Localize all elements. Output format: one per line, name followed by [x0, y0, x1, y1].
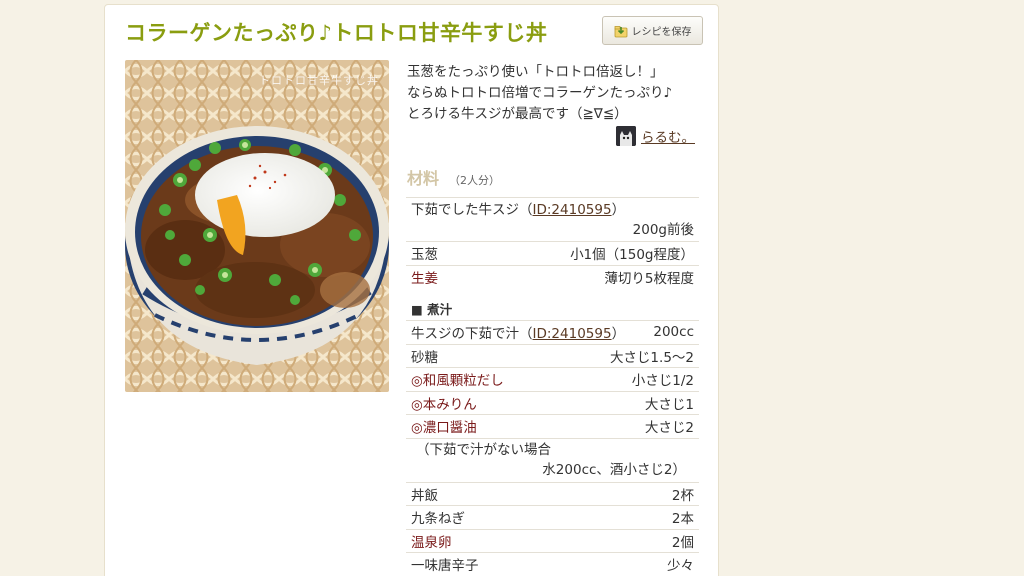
recipe-card: コラーゲンたっぷり♪トロトロ甘辛牛すじ丼 レシピを保存 トロトロ甘辛牛すじ丼 玉…: [104, 4, 719, 576]
note-line: （下茹で汁がない場合: [416, 442, 551, 458]
servings-label: （2人分）: [449, 174, 501, 187]
description-line: とろける牛スジが最高です（≧∇≦）: [407, 106, 628, 122]
ingredient-row: 一味唐辛子 少々: [406, 552, 699, 576]
ingredient-amount: 大さじ2: [644, 420, 694, 437]
save-recipe-button[interactable]: レシピを保存: [602, 16, 703, 45]
ingredient-name: ◎濃口醤油: [411, 420, 477, 437]
save-folder-icon: [614, 25, 627, 37]
description-line: ならぬトロトロ倍増でコラーゲンたっぷり♪: [407, 85, 673, 101]
ingredient-row: 牛スジの下茹で汁（ID:2410595） 200cc: [406, 320, 699, 344]
ingredients-title: 材料: [407, 169, 440, 188]
author-name[interactable]: らるむ。: [641, 126, 695, 146]
recipe-description: 玉葱をたっぷり使い「トロトロ倍返し！」 ならぬトロトロ倍増でコラーゲンたっぷり♪…: [407, 62, 707, 125]
recipe-id-link[interactable]: ID:2410595: [533, 326, 612, 342]
recipe-title: コラーゲンたっぷり♪トロトロ甘辛牛すじ丼: [125, 21, 548, 45]
ingredient-row: ◎和風顆粒だし 小さじ1/2: [406, 367, 699, 391]
ingredient-row: 玉葱 小1個（150g程度）: [406, 241, 699, 265]
gyusuji-don-image: [125, 60, 389, 392]
description-line: 玉葱をたっぷり使い「トロトロ倍返し！」: [407, 64, 664, 80]
ingredient-row: 生姜 薄切り5枚程度: [406, 264, 699, 289]
ingredient-amount: 薄切り5枚程度: [604, 270, 694, 287]
save-recipe-label: レシピを保存: [631, 27, 692, 38]
ingredient-name: 温泉卵: [411, 534, 452, 551]
ingredient-name: 下茹でした牛スジ（: [411, 201, 533, 218]
ingredient-row: 九条ねぎ 2本: [406, 505, 699, 529]
ingredient-name: 玉葱: [411, 247, 438, 264]
ingredient-name: 砂糖: [411, 349, 438, 366]
ingredient-row: 丼飯 2杯: [406, 481, 699, 506]
ingredient-amount: 大さじ1.5〜2: [609, 349, 694, 366]
author-link[interactable]: らるむ。: [616, 126, 695, 146]
ingredient-name: 一味唐辛子: [411, 558, 479, 575]
photo-caption: トロトロ甘辛牛すじ丼: [259, 74, 379, 87]
recipe-photo[interactable]: トロトロ甘辛牛すじ丼: [125, 60, 389, 392]
ingredient-amount: 少々: [667, 558, 694, 575]
ingredient-row: 温泉卵 2個: [406, 528, 699, 553]
ingredient-amount: 小さじ1/2: [631, 373, 694, 390]
recipe-id-link[interactable]: ID:2410595: [533, 202, 612, 218]
ingredient-amount: 2個: [671, 534, 694, 551]
section-heading: ■ 煮汁: [406, 288, 699, 320]
ingredients-list: 下茹でした牛スジ（ID:2410595） 200g前後 玉葱 小1個（150g程…: [406, 197, 699, 576]
ingredient-name: ◎和風顆粒だし: [411, 373, 504, 390]
ingredients-header: 材料 （2人分）: [407, 165, 500, 189]
ingredient-amount: 200cc: [653, 324, 694, 341]
ingredient-name: 牛スジの下茹で汁（: [411, 326, 533, 343]
note-line: 水200cc、酒小さじ2）: [542, 462, 686, 478]
ingredient-row: 砂糖 大さじ1.5〜2: [406, 343, 699, 368]
ingredient-amount: 小1個（150g程度）: [570, 247, 694, 264]
ingredient-amount: 2杯: [671, 487, 694, 504]
section-label: ■ 煮汁: [411, 301, 453, 317]
ingredient-amount: 200g前後: [632, 221, 694, 238]
ingredient-name-suffix: ）: [611, 201, 626, 218]
ingredient-amount: 大さじ1: [644, 396, 694, 413]
ingredient-name: 丼飯: [411, 487, 438, 504]
ingredient-name-suffix: ）: [611, 326, 626, 343]
ingredient-row: ◎本みりん 大さじ1: [406, 390, 699, 415]
ingredient-name: 九条ねぎ: [411, 511, 465, 528]
ingredient-row: ◎濃口醤油 大さじ2: [406, 414, 699, 438]
ingredient-note-row: （下茹で汁がない場合 水200cc、酒小さじ2）: [406, 437, 699, 482]
ingredient-amount: 2本: [671, 511, 694, 528]
author-avatar: [616, 126, 636, 146]
ingredient-name: ◎本みりん: [411, 396, 477, 413]
ingredient-name: 生姜: [411, 270, 438, 287]
ingredient-row: 下茹でした牛スジ（ID:2410595） 200g前後: [406, 197, 699, 241]
